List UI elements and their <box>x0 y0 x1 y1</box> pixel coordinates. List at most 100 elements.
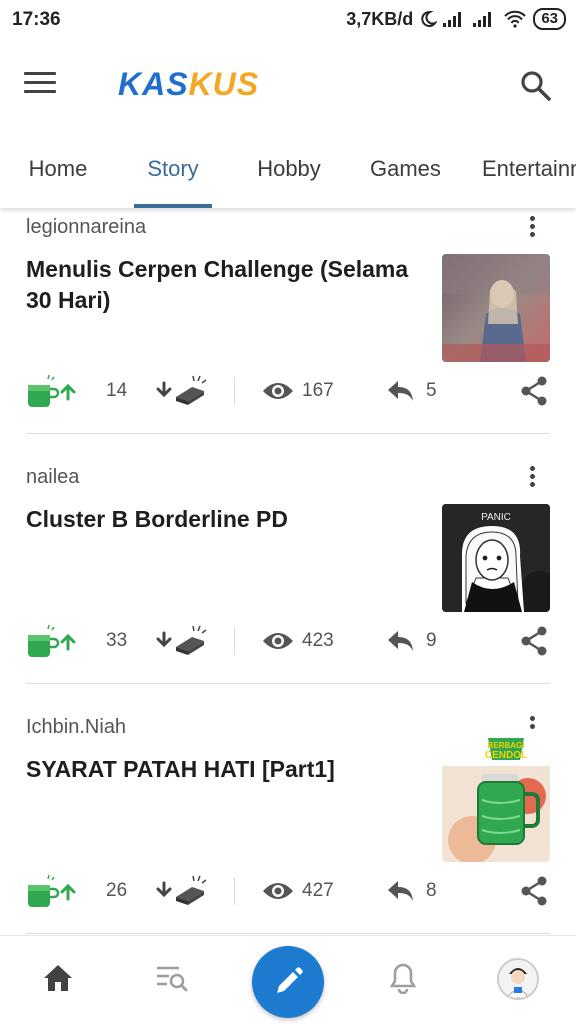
cendol-count: 26 <box>106 880 128 901</box>
search-list-icon <box>157 966 188 992</box>
more-options-icon[interactable] <box>522 464 542 490</box>
logo-part-orange: KUS <box>188 66 260 102</box>
action-divider <box>234 627 235 655</box>
hamburger-icon-line <box>24 72 56 75</box>
thumb-text-berbagi: BERBAGI <box>488 741 525 750</box>
reply-button[interactable]: 8 <box>386 871 437 911</box>
nav-explore[interactable] <box>150 956 194 1000</box>
views-count: 423 <box>302 630 334 651</box>
author-name[interactable]: legionnareina <box>26 216 146 239</box>
bata-button[interactable] <box>156 371 210 411</box>
share-icon <box>521 876 547 906</box>
tab-games[interactable]: Games <box>370 130 441 208</box>
eye-icon <box>263 633 293 649</box>
thread-title[interactable]: Cluster B Borderline PD <box>26 504 416 535</box>
status-time: 17:36 <box>12 9 61 30</box>
thumbnail-image <box>442 254 550 362</box>
moon-icon <box>421 10 438 27</box>
cendol-icon <box>28 374 76 407</box>
bata-brick-icon <box>156 375 207 405</box>
thread-feed: legionnareina Menulis Cerpen Challenge (… <box>0 208 576 935</box>
thread-actions: 14 167 5 <box>26 371 550 411</box>
author-name[interactable]: Ichbin.Niah <box>26 716 126 739</box>
share-button[interactable] <box>520 621 548 661</box>
share-icon <box>521 626 547 656</box>
cendol-button[interactable] <box>26 621 80 661</box>
share-icon <box>521 376 547 406</box>
thread-title[interactable]: SYARAT PATAH HATI [Part1] <box>26 754 416 785</box>
thread-card[interactable]: legionnareina Menulis Cerpen Challenge (… <box>26 208 550 434</box>
bata-button[interactable] <box>156 621 210 661</box>
cendol-count: 33 <box>106 630 128 651</box>
nav-notifications[interactable] <box>381 956 425 1000</box>
reply-button[interactable]: 9 <box>386 621 437 661</box>
menu-button[interactable] <box>24 68 64 104</box>
thumbnail-image: PANIC <box>442 504 550 612</box>
pencil-icon <box>277 967 303 993</box>
signal-icon <box>443 12 462 27</box>
share-button[interactable] <box>520 871 548 911</box>
action-divider <box>234 377 235 405</box>
bata-brick-icon <box>156 625 207 655</box>
eye-icon <box>263 883 293 899</box>
battery-indicator: 63 <box>533 8 566 30</box>
reply-count: 8 <box>426 880 437 901</box>
search-button[interactable] <box>518 68 554 104</box>
reply-button[interactable]: 5 <box>386 371 437 411</box>
reply-count: 5 <box>426 380 437 401</box>
avatar-image <box>499 960 537 998</box>
thumbnail-image: BERBAGI CENDOL <box>442 730 550 862</box>
network-speed: 3,7KB/d <box>346 8 414 29</box>
hamburger-icon-line <box>24 81 56 84</box>
action-divider <box>234 877 235 905</box>
cendol-count: 14 <box>106 380 128 401</box>
thread-thumbnail[interactable]: BERBAGI CENDOL <box>442 730 550 862</box>
thumb-text-cendol: CENDOL <box>485 750 527 761</box>
share-button[interactable] <box>520 371 548 411</box>
reply-count: 9 <box>426 630 437 651</box>
bata-brick-icon <box>156 875 207 905</box>
category-tabs: Home Story Hobby Games Entertainn <box>0 130 576 208</box>
home-icon <box>44 965 72 991</box>
signal-icon-2 <box>473 12 492 27</box>
profile-avatar[interactable] <box>497 958 539 1000</box>
views-counter: 423 <box>262 621 334 661</box>
thread-title[interactable]: Menulis Cerpen Challenge (Selama 30 Hari… <box>26 254 416 316</box>
tab-story[interactable]: Story <box>134 130 212 208</box>
logo-part-blue: KAS <box>118 66 189 102</box>
bata-button[interactable] <box>156 871 210 911</box>
eye-icon <box>263 383 293 399</box>
thread-thumbnail[interactable] <box>442 254 550 362</box>
reply-icon <box>388 881 413 901</box>
views-counter: 427 <box>262 871 334 911</box>
hamburger-icon-line <box>24 90 56 93</box>
thread-card[interactable]: Ichbin.Niah SYARAT PATAH HATI [Part1] BE… <box>26 684 550 934</box>
tab-entertainment[interactable]: Entertainn <box>482 130 576 208</box>
status-bar: 17:36 3,7KB/d 63 <box>0 0 576 40</box>
cendol-button[interactable] <box>26 871 80 911</box>
tab-home[interactable]: Home <box>28 130 88 208</box>
cendol-button[interactable] <box>26 371 80 411</box>
bottom-navigation <box>0 935 576 1024</box>
wifi-icon <box>504 10 527 28</box>
tab-hobby[interactable]: Hobby <box>256 130 322 208</box>
more-options-icon[interactable] <box>522 214 542 240</box>
kaskus-logo[interactable]: KASKUS <box>118 66 259 103</box>
views-count: 427 <box>302 880 334 901</box>
reply-icon <box>388 631 413 651</box>
views-count: 167 <box>302 380 334 401</box>
views-counter: 167 <box>262 371 334 411</box>
reply-icon <box>388 381 413 401</box>
thread-card[interactable]: nailea Cluster B Borderline PD PANIC 33 <box>26 434 550 684</box>
thread-thumbnail[interactable]: PANIC <box>442 504 550 612</box>
thread-actions: 26 427 8 <box>26 871 550 911</box>
author-name[interactable]: nailea <box>26 466 79 489</box>
nav-home[interactable] <box>36 956 80 1000</box>
cendol-icon <box>28 624 76 657</box>
bell-icon <box>389 963 417 994</box>
status-right: 3,7KB/d 63 <box>346 8 566 30</box>
thumb-text-panic: PANIC <box>481 512 511 523</box>
create-thread-button[interactable] <box>252 946 324 1018</box>
thread-actions: 33 423 9 <box>26 621 550 661</box>
app-bar: KASKUS <box>0 40 576 130</box>
